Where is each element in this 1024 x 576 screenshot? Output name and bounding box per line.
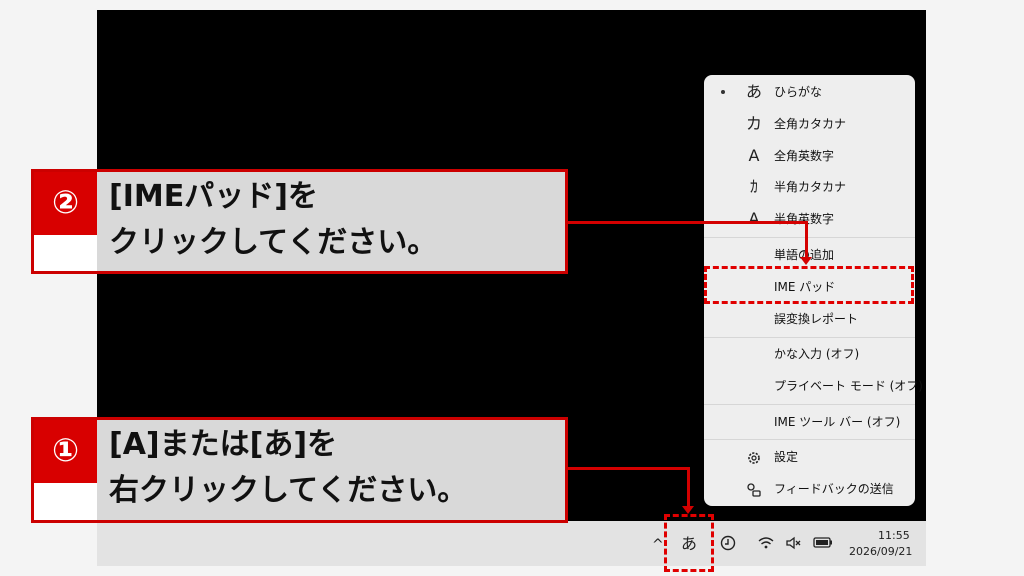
menu-item-ime-toolbar[interactable]: IME ツール バー (オフ) <box>704 407 915 437</box>
menu-item-conversion-report[interactable]: 誤変換レポート <box>704 304 915 334</box>
clock-date[interactable]: 2026/09/21 <box>849 545 912 558</box>
connector-line <box>568 221 808 224</box>
menu-item-kana-input[interactable]: かな入力 (オフ) <box>704 339 915 369</box>
callout-line-1: [IMEパッド]を <box>109 179 318 214</box>
callout-step-1: ① [A]または[あ]を 右クリックしてください。 <box>31 417 568 523</box>
halfwidth-a-icon: A <box>748 209 760 228</box>
wifi-icon[interactable] <box>757 536 775 553</box>
connector-line <box>687 467 690 507</box>
feedback-icon <box>742 474 766 504</box>
fullwidth-a-icon: A <box>748 146 760 165</box>
menu-divider <box>704 404 915 405</box>
menu-item-fullwidth-alphanumeric[interactable]: A 全角英数字 <box>704 141 915 171</box>
menu-item-settings[interactable]: 設定 <box>704 442 915 472</box>
arrow-down-icon <box>682 506 694 514</box>
ime-status-icon[interactable] <box>720 535 736 554</box>
halfwidth-katakana-icon: ｶ <box>749 177 758 196</box>
menu-item-private-mode[interactable]: プライベート モード (オフ) <box>704 371 923 401</box>
menu-divider <box>704 439 915 440</box>
arrow-down-icon <box>800 257 812 265</box>
hiragana-icon: あ <box>745 82 762 101</box>
menu-item-hiragana[interactable]: あ ひらがな <box>704 77 915 107</box>
menu-item-halfwidth-alphanumeric[interactable]: A 半角英数字 <box>704 204 915 234</box>
connector-line <box>805 221 808 258</box>
selected-dot-icon <box>721 90 725 94</box>
callout-line-2: 右クリックしてください。 <box>109 473 468 508</box>
callout-step-2: ② [IMEパッド]を クリックしてください。 <box>31 169 568 274</box>
battery-icon[interactable] <box>813 535 833 552</box>
menu-divider <box>704 337 915 338</box>
callout-line-2: クリックしてください。 <box>109 225 438 260</box>
highlight-ime-pad <box>704 266 914 304</box>
show-hidden-icons-chevron[interactable]: ^ <box>652 537 664 553</box>
menu-item-send-feedback[interactable]: フィードバックの送信 <box>704 474 915 504</box>
volume-muted-icon[interactable] <box>785 536 803 553</box>
step-number: ② <box>51 183 80 221</box>
connector-line <box>568 467 690 470</box>
katakana-icon: カ <box>745 114 762 133</box>
gear-icon <box>742 442 766 472</box>
menu-divider <box>704 237 915 238</box>
menu-item-fullwidth-katakana[interactable]: カ 全角カタカナ <box>704 109 915 139</box>
step-number: ① <box>51 431 80 469</box>
menu-item-halfwidth-katakana[interactable]: ｶ 半角カタカナ <box>704 172 915 202</box>
highlight-ime-indicator <box>664 514 714 572</box>
callout-line-1: [A]または[あ]を <box>109 427 338 462</box>
clock-time[interactable]: 11:55 <box>878 529 910 542</box>
